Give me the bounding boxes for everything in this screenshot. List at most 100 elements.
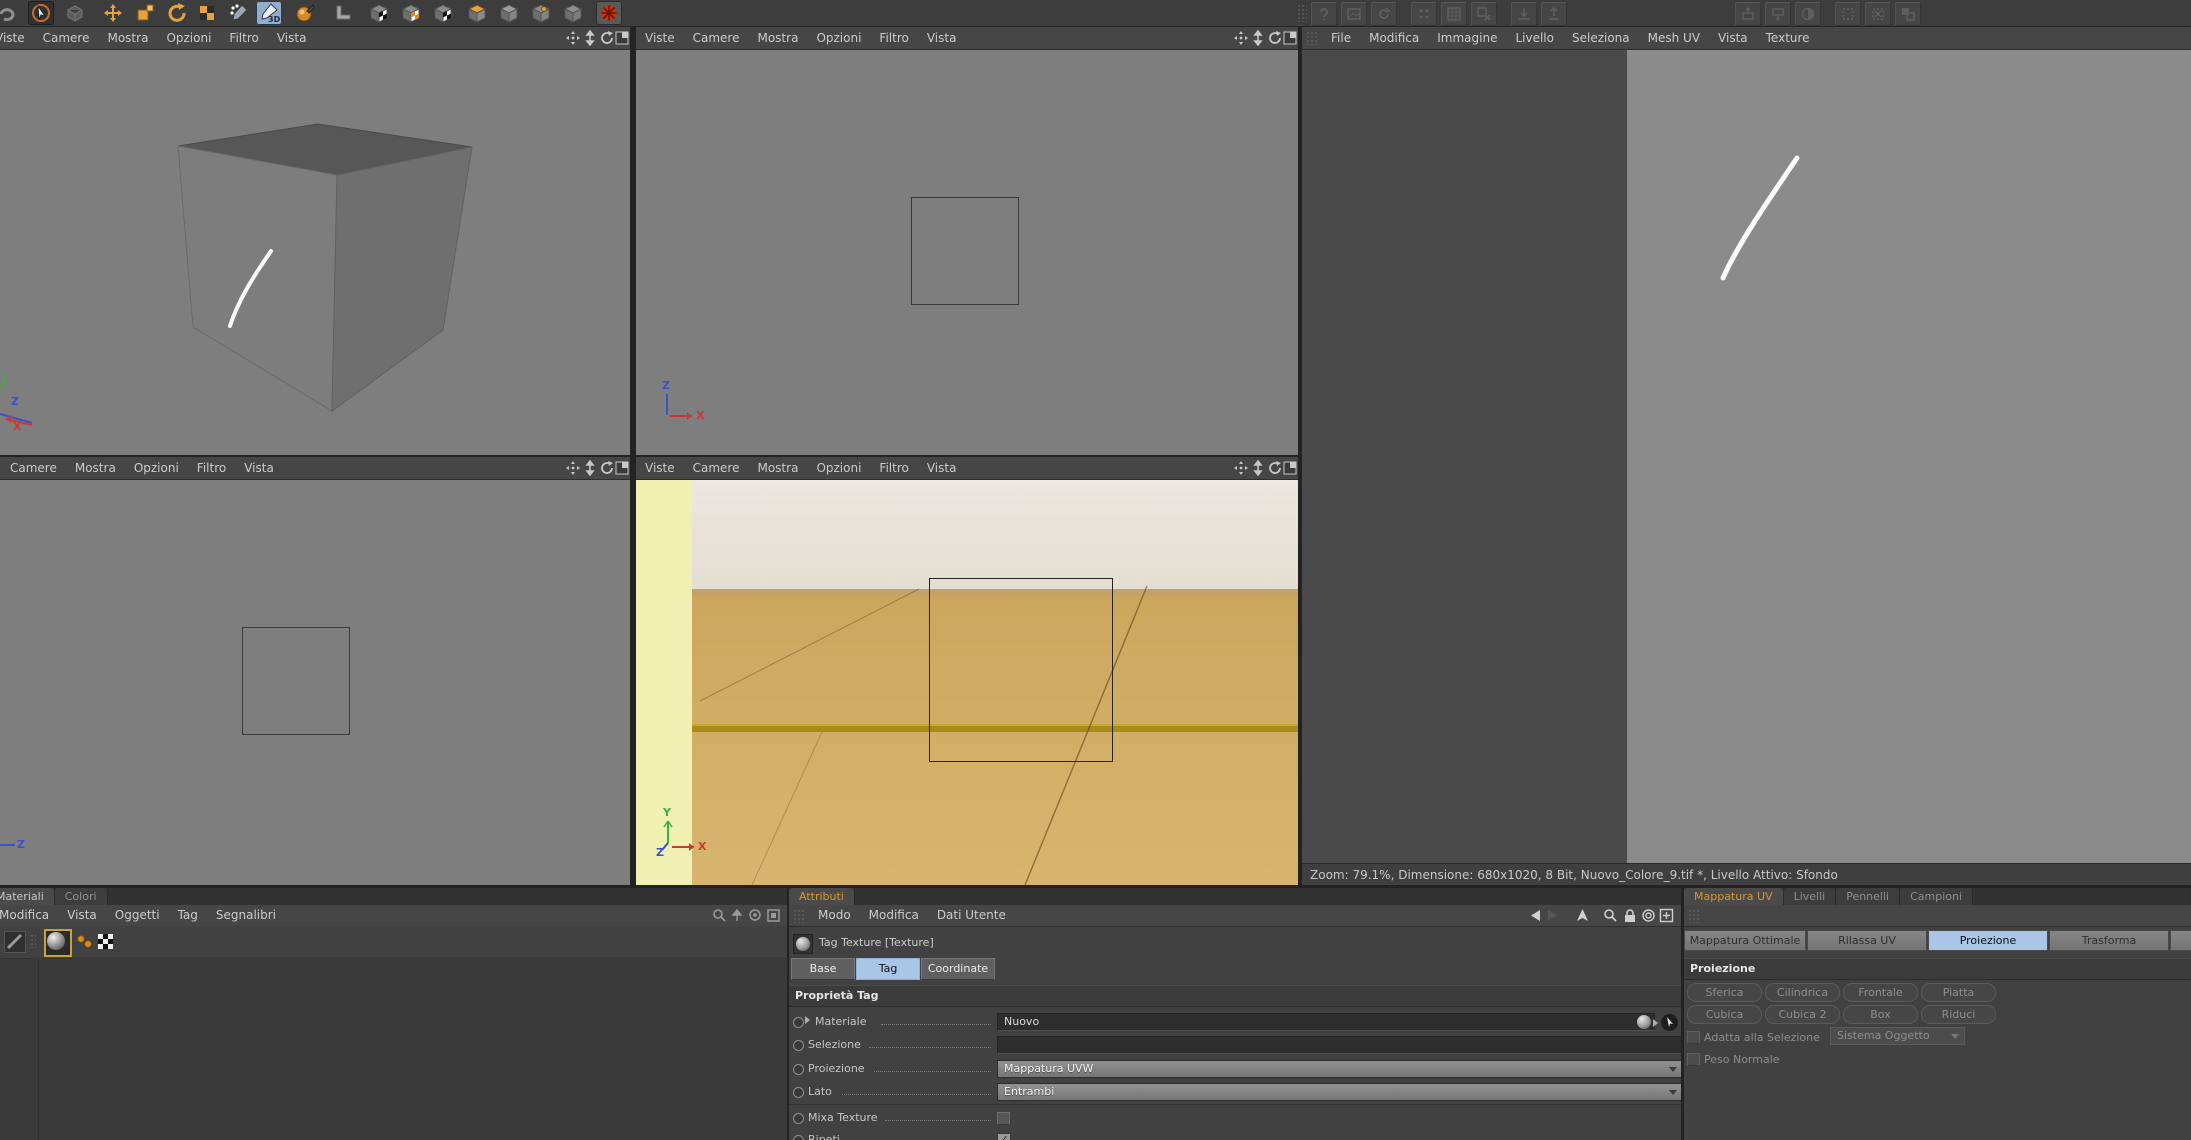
- menu-opzioni[interactable]: Opzioni: [157, 27, 220, 49]
- mode-tab-proiezione[interactable]: Proiezione: [1928, 930, 2048, 951]
- button-box[interactable]: Box: [1843, 1005, 1918, 1024]
- menu-modifica[interactable]: Modifica: [0, 905, 58, 926]
- menu-opzioni[interactable]: Opzioni: [807, 457, 870, 479]
- materials-list[interactable]: [0, 959, 787, 1140]
- menu-vista[interactable]: Vista: [918, 457, 966, 479]
- menu-segnalibri[interactable]: Segnalibri: [207, 905, 285, 926]
- toolbar-grip[interactable]: [1297, 4, 1307, 22]
- button-cubica-2[interactable]: Cubica 2: [1765, 1005, 1840, 1024]
- menu-dati-utente[interactable]: Dati Utente: [928, 905, 1015, 926]
- live-selection-icon[interactable]: [28, 1, 54, 25]
- proiezione-dropdown[interactable]: Mappatura UVW: [997, 1060, 1681, 1078]
- tab-tag[interactable]: Tag: [856, 958, 920, 980]
- toggle-view-icon[interactable]: [1282, 30, 1298, 46]
- zoom-view-icon[interactable]: [582, 460, 598, 476]
- button-piatta[interactable]: Piatta: [1921, 983, 1996, 1002]
- zoom-view-icon[interactable]: [582, 30, 598, 46]
- mode-tab-trasforma[interactable]: Trasforma: [2049, 930, 2169, 951]
- texture-cube-1-icon[interactable]: [366, 1, 392, 25]
- frame-icon[interactable]: [330, 1, 356, 25]
- materials-grip[interactable]: [30, 934, 36, 948]
- mixa-texture-checkbox[interactable]: [997, 1112, 1010, 1125]
- menu-mostra[interactable]: Mostra: [98, 27, 157, 49]
- search-icon[interactable]: [1603, 908, 1618, 930]
- menu-mostra[interactable]: Mostra: [66, 457, 125, 479]
- menu-grip[interactable]: [1306, 31, 1318, 45]
- texture-cube-3-icon[interactable]: [430, 1, 456, 25]
- move-icon[interactable]: [100, 1, 126, 25]
- menu-filtro[interactable]: Filtro: [870, 457, 917, 479]
- menu-file[interactable]: File: [1322, 27, 1360, 49]
- menu-camere[interactable]: Camere: [684, 457, 749, 479]
- rotate-view-icon[interactable]: [1267, 460, 1283, 476]
- history-back-icon[interactable]: [1527, 908, 1543, 930]
- material-thumbnail-selected[interactable]: [44, 929, 72, 957]
- keyframe-circle[interactable]: [793, 1113, 804, 1124]
- mode-tab-mappatura-ottimale[interactable]: Mappatura Ottimale: [1684, 930, 1806, 951]
- button-cilindrica[interactable]: Cilindrica: [1765, 983, 1840, 1002]
- tab-attributi[interactable]: Attributi: [789, 888, 855, 905]
- toggle-view-icon[interactable]: [614, 460, 630, 476]
- menu-viste[interactable]: Viste: [636, 457, 684, 479]
- render-icon[interactable]: [596, 1, 622, 25]
- cube-plain-icon[interactable]: [560, 1, 586, 25]
- tab-campioni[interactable]: Campioni: [1900, 888, 1973, 905]
- menu-mostra[interactable]: Mostra: [748, 457, 807, 479]
- history-forward-icon[interactable]: [1545, 908, 1561, 930]
- menu-vista[interactable]: Vista: [235, 457, 283, 479]
- keyframe-circle[interactable]: [793, 1040, 804, 1051]
- no-material-icon[interactable]: [4, 931, 26, 953]
- model-mode-icon[interactable]: [62, 1, 88, 25]
- menu-camere[interactable]: Camere: [0, 457, 66, 479]
- panel-splitter-1[interactable]: [787, 888, 789, 1140]
- panel-splitter-2[interactable]: [1681, 888, 1684, 1140]
- keyframe-circle[interactable]: [793, 1017, 804, 1028]
- viewport3-canvas[interactable]: Z: [0, 480, 630, 885]
- menu-immagine[interactable]: Immagine: [1428, 27, 1506, 49]
- tab-colori[interactable]: Colori: [55, 888, 108, 905]
- undo-icon[interactable]: [0, 1, 20, 25]
- menu-modifica[interactable]: Modifica: [1360, 27, 1428, 49]
- rotate-view-icon[interactable]: [599, 460, 615, 476]
- texture-cube-2-icon[interactable]: [398, 1, 424, 25]
- menu-seleziona[interactable]: Seleziona: [1563, 27, 1639, 49]
- menu-modifica[interactable]: Modifica: [860, 905, 928, 926]
- keyframe-circle[interactable]: [793, 1064, 804, 1075]
- selezione-field[interactable]: [997, 1036, 1681, 1054]
- axis-lock-icon[interactable]: [194, 1, 220, 25]
- menu-modo[interactable]: Modo: [809, 905, 860, 926]
- copy-mode-icon[interactable]: [1641, 908, 1656, 930]
- zoom-view-icon[interactable]: [1250, 30, 1266, 46]
- materiale-field[interactable]: Nuovo: [997, 1013, 1655, 1031]
- paint-3d-icon[interactable]: 3D: [256, 1, 282, 25]
- toggle-view-icon[interactable]: [1282, 460, 1298, 476]
- mode-tab-overflow[interactable]: [2170, 930, 2191, 951]
- viewport2-canvas[interactable]: Z X: [636, 50, 1298, 455]
- paint-brush-icon[interactable]: [226, 1, 252, 25]
- menu-opzioni[interactable]: Opzioni: [125, 457, 188, 479]
- menu-viste[interactable]: Viste: [636, 27, 684, 49]
- menu-vista[interactable]: Vista: [268, 27, 316, 49]
- cube-shaded-icon[interactable]: [496, 1, 522, 25]
- menu-livello[interactable]: Livello: [1506, 27, 1563, 49]
- menu-grip[interactable]: [1688, 909, 1700, 923]
- picker-arrow-icon[interactable]: [1653, 1019, 1658, 1027]
- menu-mesh-uv[interactable]: Mesh UV: [1639, 27, 1709, 49]
- rotate-view-icon[interactable]: [1267, 30, 1283, 46]
- material-preview-icon[interactable]: [76, 934, 94, 953]
- pan-view-icon[interactable]: [1233, 30, 1249, 46]
- pick-material-icon[interactable]: [1661, 1014, 1678, 1031]
- tab-pennelli[interactable]: Pennelli: [1836, 888, 1900, 905]
- menu-grip[interactable]: [793, 909, 805, 923]
- cube-point-icon[interactable]: [528, 1, 554, 25]
- rotate-icon[interactable]: [164, 1, 190, 25]
- menu-camere[interactable]: Camere: [684, 27, 749, 49]
- pan-view-icon[interactable]: [565, 30, 581, 46]
- tab-mappatura-uv[interactable]: Mappatura UV: [1684, 888, 1784, 905]
- menu-camere[interactable]: Camere: [34, 27, 99, 49]
- new-panel-icon[interactable]: [1659, 908, 1674, 930]
- button-cubica[interactable]: Cubica: [1687, 1005, 1762, 1024]
- keyframe-circle[interactable]: [793, 1087, 804, 1098]
- tab-coordinate[interactable]: Coordinate: [921, 958, 995, 980]
- adatta-selezione-checkbox[interactable]: [1687, 1031, 1700, 1044]
